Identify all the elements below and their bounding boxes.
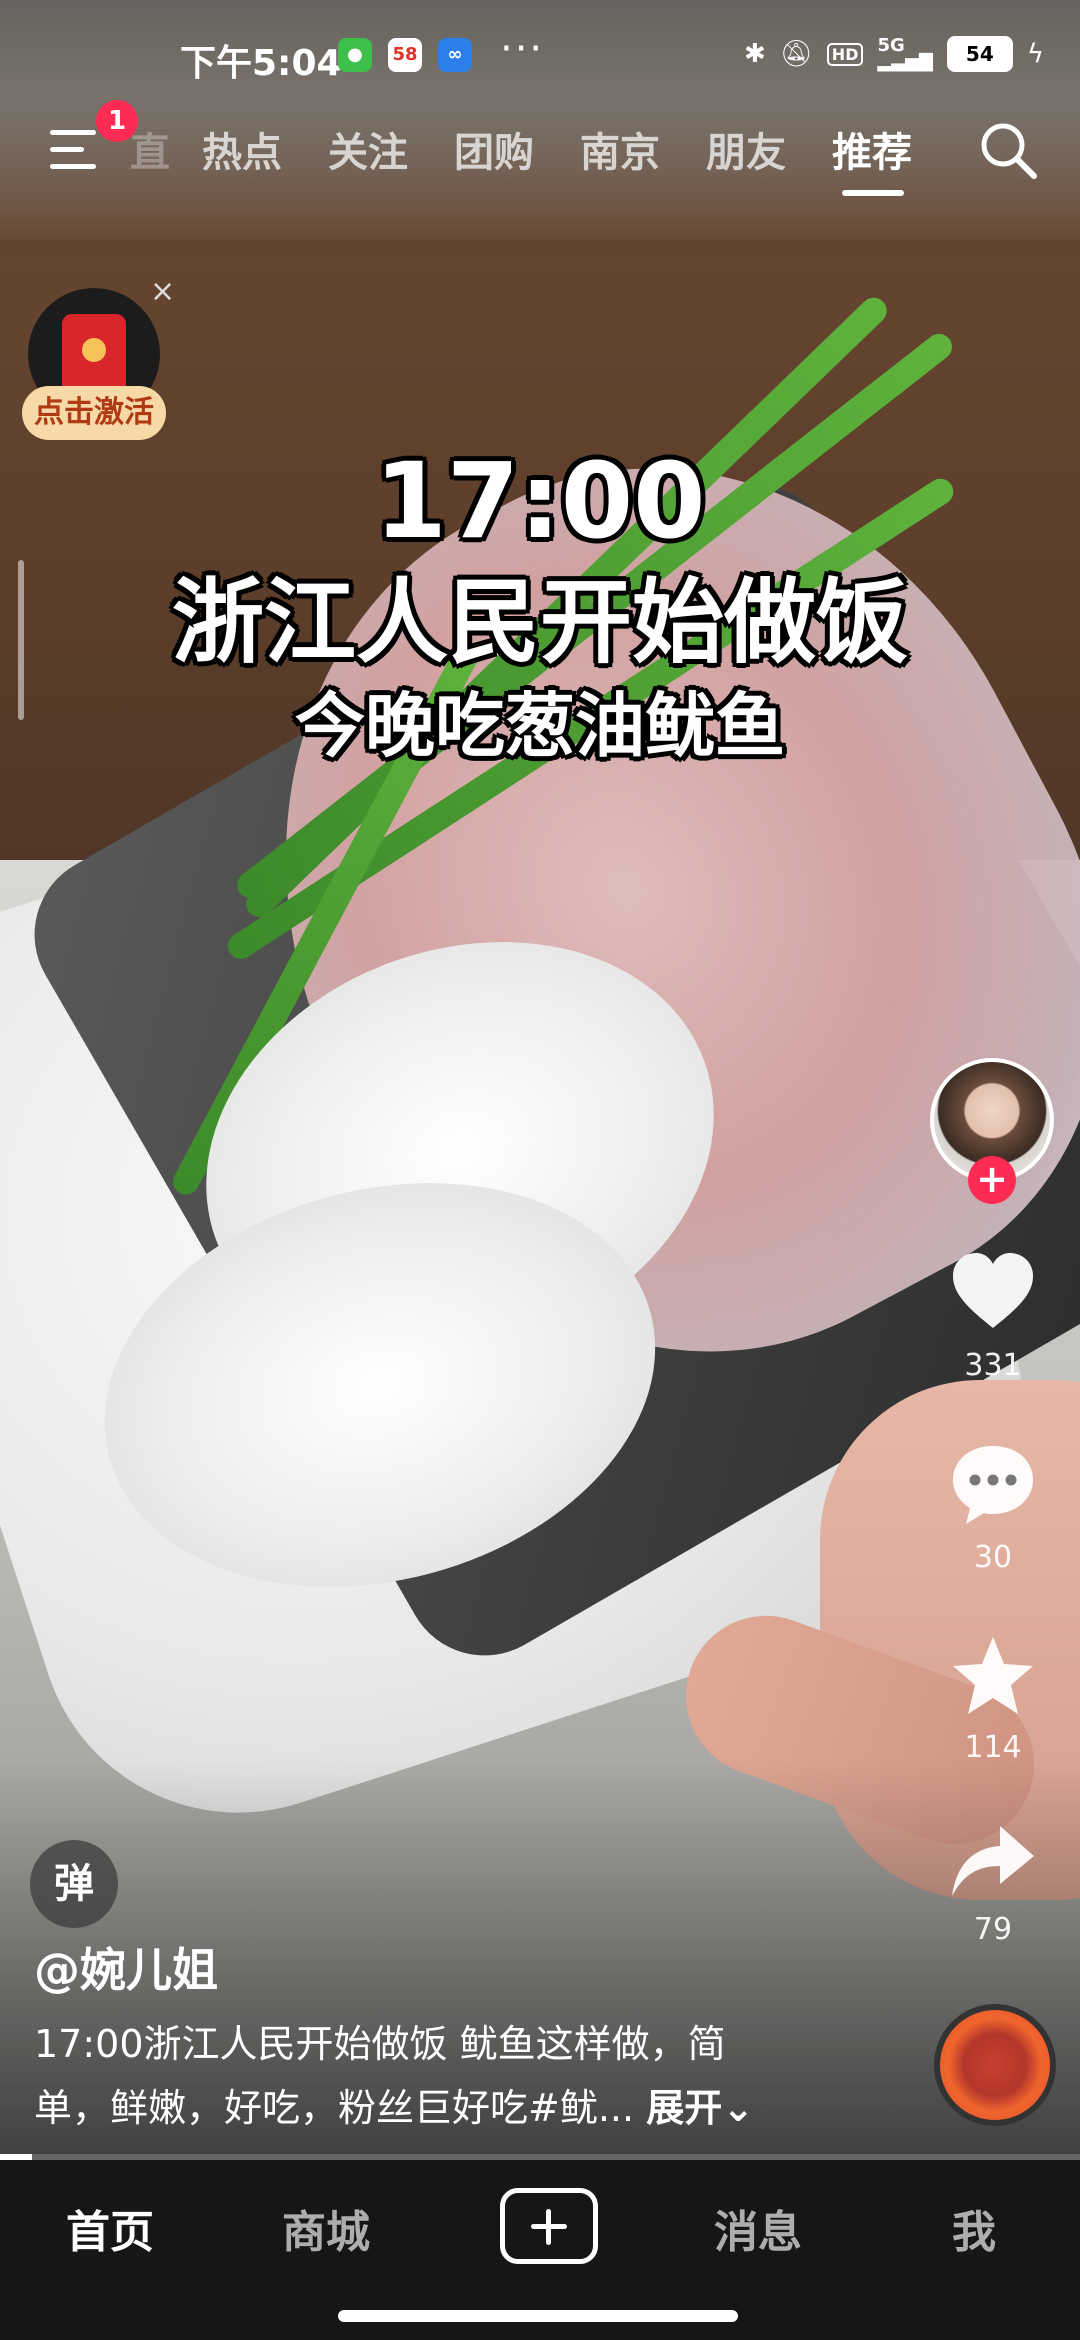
status-time: 下午5:04 bbox=[180, 43, 342, 84]
description-text: 单，鲜嫩，好吃，粉丝巨好吃#鱿... bbox=[34, 2086, 635, 2130]
menu-button[interactable] bbox=[48, 122, 104, 178]
58-app-icon: 58 bbox=[388, 38, 422, 72]
follow-button[interactable]: + bbox=[968, 1156, 1016, 1204]
tab-nanjing[interactable]: 南京 bbox=[580, 120, 660, 178]
author-name[interactable]: @婉儿姐 bbox=[34, 1934, 218, 2000]
bottom-tab-bar: 首页 商城 消息 我 bbox=[0, 2160, 1080, 2340]
plus-icon-vertical bbox=[546, 2209, 551, 2245]
overlay-title: 浙江人民开始做饭 bbox=[171, 569, 908, 676]
menu-line bbox=[50, 164, 96, 169]
screen: 下午5:04 ● 58 ∞ ··· ✱ 🔕︎ HD 5G ▂▃▅▇ 54 ϟ 1 … bbox=[0, 0, 1080, 2340]
video-player[interactable] bbox=[0, 0, 1080, 2160]
status-bar: 下午5:04 ● 58 ∞ ··· ✱ 🔕︎ HD 5G ▂▃▅▇ 54 ϟ bbox=[0, 0, 1080, 110]
signal-icon: 5G ▂▃▅▇ bbox=[877, 35, 933, 72]
menu-line bbox=[50, 130, 96, 135]
video-description[interactable]: 17:00浙江人民开始做饭 鱿鱼这样做，简 单，鲜嫩，好吃，粉丝巨好吃#鱿...… bbox=[34, 2012, 824, 2140]
tab-recommend[interactable]: 推荐 bbox=[832, 120, 912, 178]
favorite-count: 114 bbox=[964, 1730, 1022, 1765]
tab-following[interactable]: 关注 bbox=[328, 120, 408, 178]
more-status-icon: ··· bbox=[500, 26, 545, 72]
activate-button[interactable]: 点击激活 bbox=[22, 386, 166, 440]
like-count: 331 bbox=[964, 1348, 1022, 1383]
tab-group-buy[interactable]: 团购 bbox=[454, 120, 534, 178]
tab-me[interactable]: 我 bbox=[952, 2196, 996, 2260]
close-icon[interactable]: × bbox=[150, 274, 175, 309]
comment-count: 30 bbox=[973, 1540, 1013, 1575]
bluetooth-icon: ✱ bbox=[743, 39, 766, 69]
tab-friends[interactable]: 朋友 bbox=[706, 120, 786, 178]
chevron-down-icon: ⌄ bbox=[722, 2086, 755, 2130]
expand-label: 展开 bbox=[646, 2086, 723, 2130]
description-line-2: 单，鲜嫩，好吃，粉丝巨好吃#鱿... 展开⌄ bbox=[34, 2076, 824, 2140]
overlay-time: 17:00 bbox=[374, 440, 706, 562]
expand-button[interactable]: 展开⌄ bbox=[646, 2086, 754, 2130]
tab-home[interactable]: 首页 bbox=[66, 2196, 154, 2260]
home-indicator[interactable] bbox=[338, 2310, 738, 2322]
mute-bell-icon: 🔕︎ bbox=[779, 39, 813, 69]
share-count: 79 bbox=[973, 1912, 1013, 1947]
battery-icon: 54 bbox=[946, 36, 1013, 72]
network-type: 5G bbox=[877, 35, 905, 56]
charging-icon: ϟ bbox=[1026, 39, 1044, 69]
envelope-seal bbox=[82, 338, 106, 362]
description-line: 17:00浙江人民开始做饭 鱿鱼这样做，简 bbox=[34, 2022, 726, 2066]
tab-partial[interactable]: 直 bbox=[130, 120, 170, 178]
heart-icon[interactable] bbox=[948, 1248, 1038, 1338]
create-button[interactable] bbox=[500, 2188, 598, 2264]
danmaku-toggle[interactable]: 弹 bbox=[30, 1840, 118, 1928]
search-icon[interactable] bbox=[976, 118, 1040, 182]
tab-messages[interactable]: 消息 bbox=[714, 2196, 802, 2260]
music-disc-icon[interactable] bbox=[934, 2004, 1056, 2126]
overlay-subtitle: 今晚吃葱油鱿鱼 bbox=[295, 685, 785, 767]
tab-hot[interactable]: 热点 bbox=[202, 120, 282, 178]
active-tab-indicator bbox=[842, 190, 904, 196]
hd-icon: HD bbox=[826, 42, 864, 66]
tab-mall[interactable]: 商城 bbox=[282, 2196, 370, 2260]
star-icon[interactable] bbox=[948, 1632, 1038, 1722]
green-app-icon: ● bbox=[338, 38, 372, 72]
share-icon[interactable] bbox=[948, 1818, 1038, 1908]
menu-line bbox=[50, 147, 84, 152]
cloud-app-icon: ∞ bbox=[438, 38, 472, 72]
comment-icon[interactable] bbox=[948, 1440, 1038, 1530]
status-right-group: ✱ 🔕︎ HD 5G ▂▃▅▇ 54 ϟ bbox=[744, 34, 1044, 74]
